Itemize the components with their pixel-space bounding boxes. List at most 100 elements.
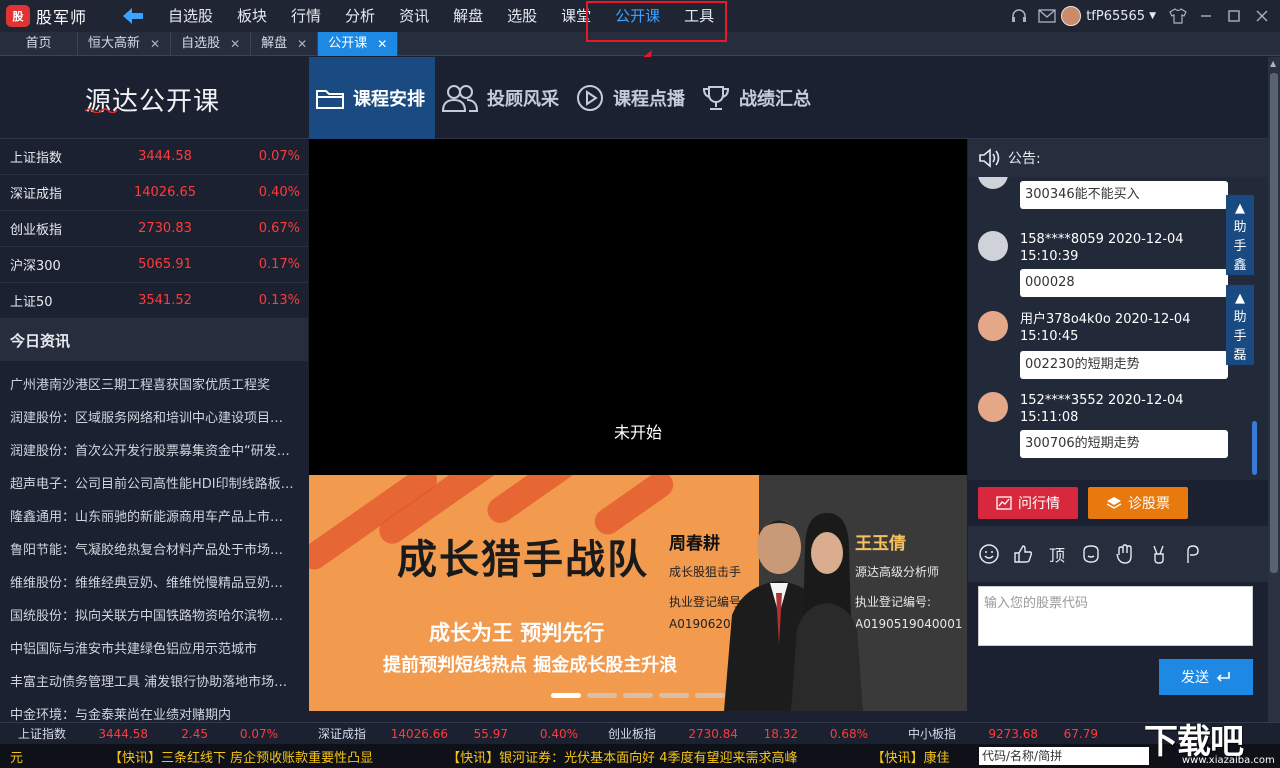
course-nav-results[interactable]: 战绩汇总 bbox=[695, 57, 821, 139]
face-icon[interactable] bbox=[1078, 541, 1104, 567]
notice-label: 公告: bbox=[1008, 151, 1041, 167]
ticker-change: 67.79 bbox=[1063, 726, 1098, 741]
victory-icon[interactable] bbox=[1146, 541, 1172, 567]
teacher-name: 周春耕 bbox=[669, 534, 720, 554]
assistant-button[interactable]: ▲ 助手鑫 bbox=[1226, 195, 1254, 275]
carousel-dot[interactable] bbox=[623, 693, 653, 698]
ticker-name[interactable]: 中小板指 bbox=[908, 725, 968, 742]
tab-home[interactable]: 首页 bbox=[0, 32, 78, 56]
news-item[interactable]: 隆鑫通用：山东丽驰的新能源商用车产品上市… bbox=[0, 501, 308, 534]
ask-market-label: 问行情 bbox=[1018, 496, 1060, 512]
menu-item-stock-picker[interactable]: 选股 bbox=[495, 0, 549, 32]
carousel-dot[interactable] bbox=[695, 693, 725, 698]
news-item[interactable]: 中铝国际与淮安市共建绿色铝应用示范城市 bbox=[0, 633, 308, 666]
tab-commentary[interactable]: 解盘 ✕ bbox=[251, 32, 319, 56]
page-scrollbar[interactable]: ▲ bbox=[1268, 57, 1280, 722]
minimize-icon[interactable] bbox=[1192, 0, 1220, 32]
logo-underline-icon bbox=[85, 108, 118, 113]
close-icon[interactable]: ✕ bbox=[230, 32, 240, 56]
chat-panel: 公告: 300346能不能买入 158****8059 2020-12-04 15… bbox=[968, 139, 1268, 722]
stock-code-input[interactable]: 输入您的股票代码 bbox=[978, 586, 1253, 646]
message-text: 300346能不能买入 bbox=[1020, 181, 1228, 209]
news-ticker-item[interactable]: 【快讯】三条红线下 房企预收账款重要性凸显 bbox=[109, 747, 373, 766]
news-item[interactable]: 维维股份：维维经典豆奶、维维悦慢精品豆奶… bbox=[0, 567, 308, 600]
index-name: 上证50 bbox=[10, 295, 53, 310]
stock-search-input[interactable]: 代码/名称/简拼 bbox=[979, 747, 1149, 765]
message-scrollbar[interactable] bbox=[1252, 421, 1257, 475]
clap-icon[interactable] bbox=[1112, 541, 1138, 567]
tab-label: 公开课 bbox=[328, 36, 368, 51]
video-status: 未开始 bbox=[613, 423, 662, 442]
menu-item-commentary[interactable]: 解盘 bbox=[441, 0, 495, 32]
avatar bbox=[978, 177, 1008, 189]
index-name: 创业板指 bbox=[10, 223, 63, 238]
avatar bbox=[978, 231, 1008, 261]
news-item[interactable]: 广州港南沙港区三期工程喜获国家优质工程奖 bbox=[0, 369, 308, 402]
news-item[interactable]: 国统股份：拟向关联方中国铁路物资哈尔滨物… bbox=[0, 600, 308, 633]
mail-icon[interactable] bbox=[1033, 0, 1061, 32]
username[interactable]: tfP65565 bbox=[1086, 9, 1145, 24]
course-nav-schedule[interactable]: 课程安排 bbox=[309, 57, 435, 139]
course-nav-label: 课程安排 bbox=[353, 89, 425, 110]
diagnose-stock-button[interactable]: 诊股票 bbox=[1088, 487, 1188, 519]
promo-banner[interactable]: 成长猎手战队 成长为王 预判先行 提前预判短线热点 掘金成长股主升浪 周春耕 成… bbox=[309, 475, 967, 711]
tab-watchlist[interactable]: 自选股 ✕ bbox=[171, 32, 252, 56]
news-item[interactable]: 鲁阳节能：气凝胶绝热复合材料产品处于市场… bbox=[0, 534, 308, 567]
video-player[interactable]: 未开始 bbox=[309, 139, 967, 475]
menu-item-watchlist[interactable]: 自选股 bbox=[156, 0, 225, 32]
carousel-dot[interactable] bbox=[659, 693, 689, 698]
chevron-down-icon[interactable]: ▼ bbox=[1149, 11, 1156, 21]
news-ticker-item[interactable]: 元 bbox=[10, 747, 23, 766]
close-icon[interactable] bbox=[1248, 0, 1276, 32]
top-label: 顶 bbox=[1048, 546, 1065, 565]
message-list[interactable]: 300346能不能买入 158****8059 2020-12-04 15:10:… bbox=[968, 177, 1268, 480]
tab-evergrande[interactable]: 恒大高新 ✕ bbox=[78, 32, 172, 56]
send-button[interactable]: 发送 bbox=[1159, 659, 1253, 695]
ticker-name[interactable]: 创业板指 bbox=[608, 725, 668, 742]
penguin-icon: ▲ bbox=[1235, 201, 1245, 216]
ticker-name[interactable]: 上证指数 bbox=[18, 725, 78, 742]
news-item[interactable]: 润建股份：区域服务网络和培训中心建设项目… bbox=[0, 402, 308, 435]
menu-item-news[interactable]: 资讯 bbox=[387, 0, 441, 32]
news-item[interactable]: 超声电子：公司目前公司高性能HDI印制线路板… bbox=[0, 468, 308, 501]
headset-icon[interactable] bbox=[1005, 0, 1033, 32]
smile-icon[interactable] bbox=[976, 541, 1002, 567]
scrollbar-thumb[interactable] bbox=[1270, 73, 1278, 573]
course-nav-replay[interactable]: 课程点播 bbox=[569, 57, 695, 139]
maximize-icon[interactable] bbox=[1220, 0, 1248, 32]
news-item[interactable]: 丰富主动债务管理工具 浦发银行协助落地市场… bbox=[0, 666, 308, 699]
ask-market-button[interactable]: 问行情 bbox=[978, 487, 1078, 519]
index-row[interactable]: 上证指数 3444.58 0.07% bbox=[0, 139, 308, 175]
index-row[interactable]: 沪深300 5065.91 0.17% bbox=[0, 247, 308, 283]
play-circle-icon bbox=[577, 85, 603, 111]
hook-icon[interactable] bbox=[1180, 541, 1206, 567]
close-icon[interactable]: ✕ bbox=[150, 32, 160, 56]
news-ticker-item[interactable]: 【快讯】康佳 bbox=[872, 747, 950, 766]
assistant-button[interactable]: ▲ 助手磊 bbox=[1226, 285, 1254, 365]
course-nav-advisors[interactable]: 投顾风采 bbox=[435, 57, 569, 139]
index-row[interactable]: 创业板指 2730.83 0.67% bbox=[0, 211, 308, 247]
ticker-name[interactable]: 深证成指 bbox=[318, 725, 378, 742]
index-change-pct: 0.07% bbox=[258, 149, 300, 164]
close-icon[interactable]: ✕ bbox=[377, 32, 387, 56]
thumbs-up-icon[interactable] bbox=[1010, 541, 1036, 567]
index-row[interactable]: 上证50 3541.52 0.13% bbox=[0, 283, 308, 319]
carousel-dot[interactable] bbox=[587, 693, 617, 698]
back-button[interactable] bbox=[110, 6, 156, 26]
close-icon[interactable]: ✕ bbox=[297, 32, 307, 56]
carousel-dot[interactable] bbox=[551, 693, 581, 698]
shirt-icon[interactable] bbox=[1164, 0, 1192, 32]
news-ticker-item[interactable]: 【快讯】银河证券：光伏基本面向好 4季度有望迎来需求高峰 bbox=[447, 747, 797, 766]
menu-item-sector[interactable]: 板块 bbox=[225, 0, 279, 32]
ticker-change: 55.97 bbox=[473, 726, 508, 741]
news-item[interactable]: 润建股份：首次公开发行股票募集资金中“研发… bbox=[0, 435, 308, 468]
menu-item-analysis[interactable]: 分析 bbox=[333, 0, 387, 32]
top-button[interactable]: 顶 bbox=[1044, 541, 1070, 567]
tab-open-course[interactable]: 公开课 ✕ bbox=[318, 32, 399, 56]
avatar[interactable] bbox=[1061, 6, 1082, 26]
message-sender: 用户378o4k0o 2020-12-04 15:10:45 bbox=[1020, 311, 1190, 345]
menu-item-market[interactable]: 行情 bbox=[279, 0, 333, 32]
chevron-up-icon[interactable]: ▲ bbox=[1270, 59, 1276, 68]
index-row[interactable]: 深证成指 14026.65 0.40% bbox=[0, 175, 308, 211]
message-sender: 152****3552 2020-12-04 15:11:08 bbox=[1020, 392, 1184, 426]
